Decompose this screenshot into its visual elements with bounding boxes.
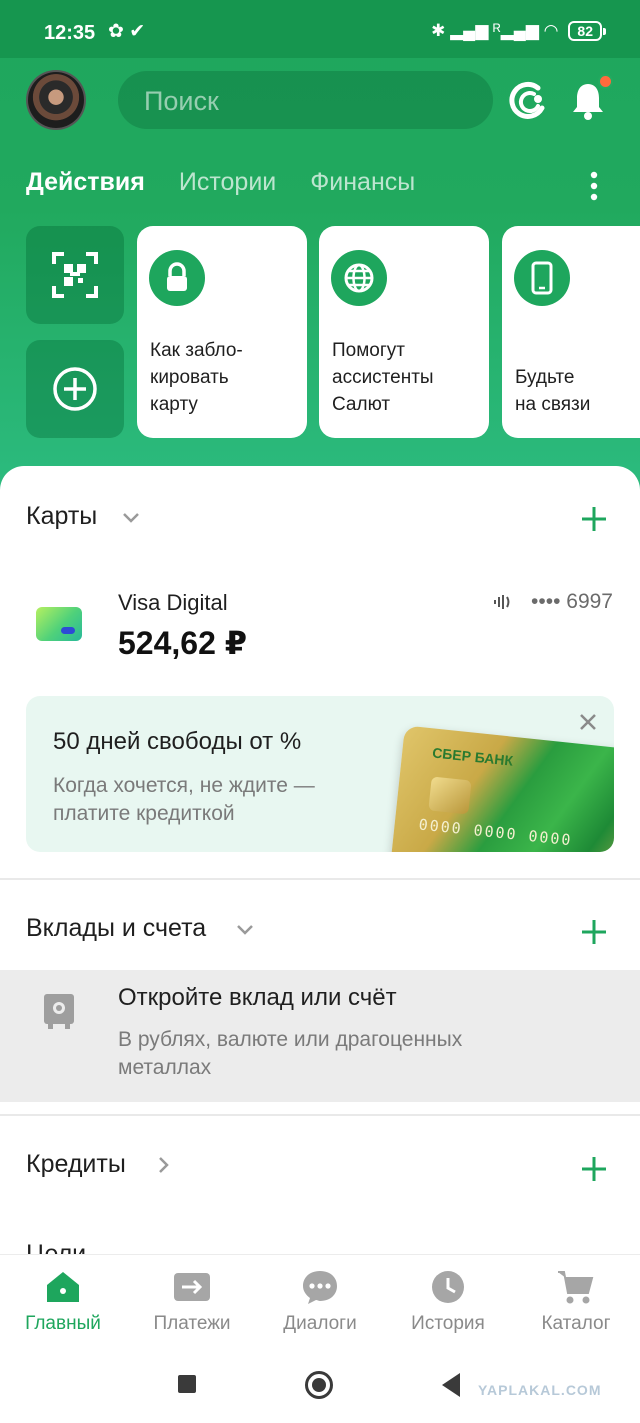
card-balance[interactable]: 524,62 ₽ [118, 624, 247, 662]
recent-apps-icon[interactable] [178, 1375, 196, 1393]
promo-description: Когда хочется, не ждите — платите кредит… [53, 774, 315, 825]
more-vertical-icon[interactable] [584, 170, 604, 202]
nav-label: Главный [25, 1313, 101, 1334]
chevron-right-icon[interactable] [158, 1156, 170, 1174]
promo-title: 50 дней свободы от % [53, 728, 302, 755]
chat-icon [303, 1271, 337, 1304]
home-icon [47, 1272, 79, 1302]
main-content [0, 466, 640, 1266]
tab-finances[interactable]: Финансы [310, 168, 415, 197]
card-number: •••• 6997 [531, 590, 613, 613]
card-thumbnail[interactable] [36, 607, 82, 641]
nav-label: Каталог [541, 1313, 611, 1334]
contactless-icon [494, 595, 510, 609]
nav-label: Платежи [153, 1313, 231, 1334]
header-tabs: Действия Истории Финансы [26, 168, 415, 197]
globe-icon [344, 263, 374, 293]
add-card-button[interactable] [581, 506, 607, 532]
story-icon-bg [331, 250, 387, 306]
notification-dot [598, 74, 613, 89]
credit-card-promo[interactable]: 50 дней свободы от % Когда хочется, не ж… [26, 696, 614, 852]
qr-scan-icon [52, 252, 98, 298]
status-time: 12:35 [44, 22, 96, 44]
tab-stories[interactable]: Истории [179, 168, 276, 197]
story-card-stay-connected[interactable]: Будьте на связи [502, 226, 640, 438]
nav-catalog[interactable]: Каталог [521, 1269, 631, 1335]
deposits-section-title[interactable]: Вклады и счета [26, 914, 206, 943]
card-brand: СБЕР БАНК [431, 744, 514, 769]
add-credit-button[interactable] [581, 1156, 607, 1182]
chevron-down-icon[interactable] [236, 924, 254, 936]
cards-section-title[interactable]: Карты [26, 502, 97, 531]
story-text: Помогут ассистенты Салют [332, 340, 434, 415]
tab-actions[interactable]: Действия [26, 168, 145, 197]
story-icon-bg [149, 250, 205, 306]
lock-icon [167, 262, 187, 291]
close-icon[interactable] [578, 712, 598, 732]
card-image-number: 0000 0000 0000 [417, 815, 574, 850]
story-text: Будьте на связи [515, 367, 591, 415]
story-card-block-card[interactable]: Как забло- кировать карту [137, 226, 307, 438]
nav-history[interactable]: История [393, 1269, 503, 1335]
bottom-navigation: Главный Платежи Диалоги История Каталог [0, 1254, 640, 1346]
signal-icons: ✱ ▂▄▆ ᴿ▂▄▆ ◠ [431, 21, 559, 40]
transfer-icon [174, 1273, 210, 1301]
status-right-icons: ✱ ▂▄▆ ᴿ▂▄▆ ◠ 82 [431, 21, 606, 41]
add-deposit-button[interactable] [581, 919, 607, 945]
section-divider [0, 878, 640, 880]
phone-icon [531, 261, 553, 295]
safe-icon [44, 994, 74, 1029]
back-icon[interactable] [442, 1373, 460, 1397]
credit-card-image: СБЕР БАНК 0000 0000 0000 [388, 725, 614, 852]
search-placeholder: Поиск [144, 86, 219, 116]
add-action-button[interactable] [26, 340, 124, 438]
nav-label: История [411, 1313, 485, 1334]
nav-dialogs[interactable]: Диалоги [265, 1269, 375, 1335]
nav-home[interactable]: Главный [8, 1269, 118, 1335]
home-button-icon[interactable] [305, 1371, 333, 1399]
qr-scan-button[interactable] [26, 226, 124, 324]
story-text: Как забло- кировать карту [150, 340, 243, 415]
deposit-empty-description: В рублях, валюте или драгоценных металла… [118, 1028, 463, 1079]
open-deposit-row[interactable]: Откройте вклад или счёт В рублях, валюте… [0, 970, 640, 1102]
card-chip [428, 776, 472, 815]
nav-payments[interactable]: Платежи [137, 1269, 247, 1335]
status-bar: 12:35 ✿ ✔ ✱ ▂▄▆ ᴿ▂▄▆ ◠ 82 [0, 0, 640, 58]
section-divider [0, 1114, 640, 1116]
credits-section-title[interactable]: Кредиты [26, 1150, 126, 1179]
deposit-empty-title: Откройте вклад или счёт [118, 984, 397, 1011]
salute-assistant-icon[interactable] [508, 80, 548, 120]
clock-icon [432, 1271, 464, 1303]
story-icon-bg [514, 250, 570, 306]
watermark: YAPLAKAL.COM [478, 1382, 602, 1398]
notification-icons: ✿ ✔ [108, 21, 146, 42]
chevron-down-icon[interactable] [122, 512, 140, 524]
search-input[interactable]: Поиск [118, 71, 493, 129]
card-name[interactable]: Visa Digital [118, 590, 228, 616]
nav-label: Диалоги [283, 1313, 357, 1334]
user-avatar[interactable] [26, 70, 86, 130]
cart-icon [558, 1271, 594, 1304]
battery-indicator: 82 [568, 21, 606, 41]
plus-circle-icon [53, 367, 97, 411]
system-navigation-bar: YAPLAKAL.COM [0, 1346, 640, 1423]
story-card-salute[interactable]: Помогут ассистенты Салют [319, 226, 489, 438]
